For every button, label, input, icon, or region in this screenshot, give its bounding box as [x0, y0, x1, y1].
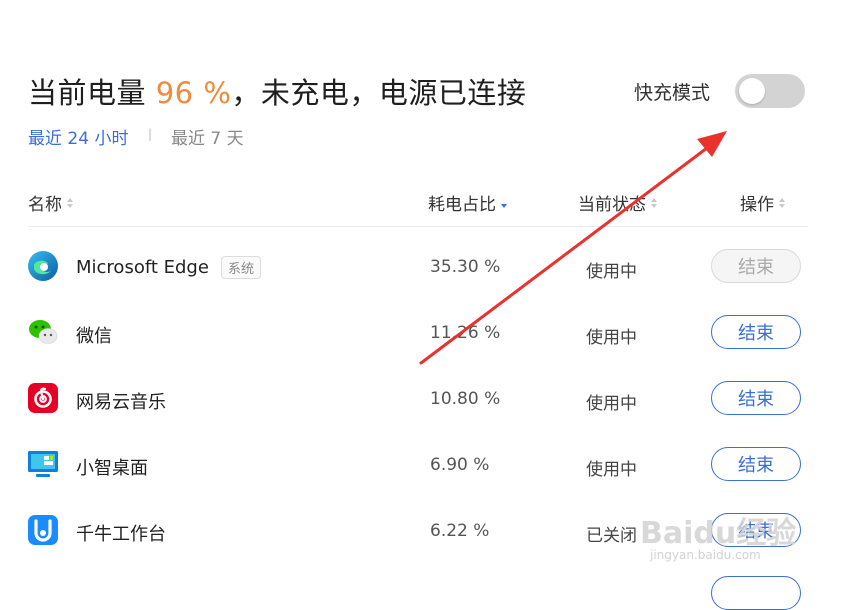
table-row: 网易云音乐 10.80 % 使用中 结束 [0, 366, 841, 432]
status-value: 使用中 [586, 460, 637, 480]
usage-value: 10.80 % [430, 389, 501, 409]
app-name-text: 微信 [76, 326, 112, 347]
app-name: 网易云音乐 [76, 388, 166, 414]
end-button[interactable]: 结束 [711, 315, 801, 349]
column-name-label: 名称 [28, 195, 62, 215]
sort-icon [779, 197, 785, 209]
range-separator: | [148, 127, 153, 141]
edge-icon [28, 251, 58, 281]
sort-icon [651, 197, 657, 209]
desktop-monitor-icon [28, 451, 58, 477]
app-name: 微信 [76, 322, 112, 348]
header-divider [28, 226, 808, 227]
usage-value: 6.90 % [430, 455, 490, 475]
status-value: 使用中 [586, 262, 637, 282]
range-24h[interactable]: 最近 24 小时 [28, 124, 128, 149]
status-value: 使用中 [586, 328, 637, 348]
watermark-url: jingyan.baidu.com [650, 548, 761, 562]
system-badge: 系统 [220, 256, 261, 279]
partial-end-button[interactable] [711, 576, 801, 610]
fast-charge-label: 快充模式 [634, 82, 711, 104]
baidu-watermark: Baidu经验 [640, 516, 797, 551]
column-header-action[interactable]: 操作 [740, 190, 785, 215]
column-header-usage[interactable]: 耗电占比 [428, 190, 507, 215]
status-value: 使用中 [586, 394, 637, 414]
end-button[interactable]: 结束 [711, 249, 801, 283]
sort-icon [67, 197, 73, 209]
app-name: Microsoft Edge 系统 [76, 256, 261, 279]
usage-value: 6.22 % [430, 521, 490, 541]
column-usage-label: 耗电占比 [428, 195, 496, 215]
column-status-label: 当前状态 [578, 195, 646, 215]
column-header-name[interactable]: 名称 [28, 190, 73, 215]
end-button[interactable]: 结束 [711, 447, 801, 481]
title-prefix: 当前电量 [28, 76, 156, 110]
wechat-icon [29, 320, 58, 344]
status-value: 已关闭 [586, 526, 637, 546]
fast-charge-toggle[interactable] [735, 74, 805, 108]
column-header-status[interactable]: 当前状态 [578, 190, 657, 215]
column-action-label: 操作 [740, 195, 774, 215]
end-button[interactable]: 结束 [711, 381, 801, 415]
usage-value: 35.30 % [430, 257, 501, 277]
usage-value: 11.26 % [430, 323, 501, 343]
page-title: 当前电量 96 %，未充电，电源已连接 [28, 70, 526, 112]
table-row: Microsoft Edge 系统 35.30 % 使用中 结束 [0, 234, 841, 300]
app-name-text: 小智桌面 [76, 458, 148, 479]
table-row: 小智桌面 6.90 % 使用中 结束 [0, 432, 841, 498]
app-name-text: Microsoft Edge [76, 257, 209, 278]
battery-percent: 96 % [155, 76, 232, 110]
app-name-text: 千牛工作台 [76, 524, 166, 545]
app-name: 千牛工作台 [76, 520, 166, 546]
app-name-text: 网易云音乐 [76, 392, 166, 413]
qianniu-icon [28, 515, 58, 545]
toggle-knob [739, 78, 765, 104]
sort-desc-icon [501, 197, 507, 209]
netease-music-icon [28, 383, 58, 413]
title-suffix: ，未充电，电源已连接 [231, 76, 527, 110]
table-row: 微信 11.26 % 使用中 结束 [0, 300, 841, 366]
range-7d[interactable]: 最近 7 天 [171, 124, 244, 149]
app-name: 小智桌面 [76, 454, 148, 480]
